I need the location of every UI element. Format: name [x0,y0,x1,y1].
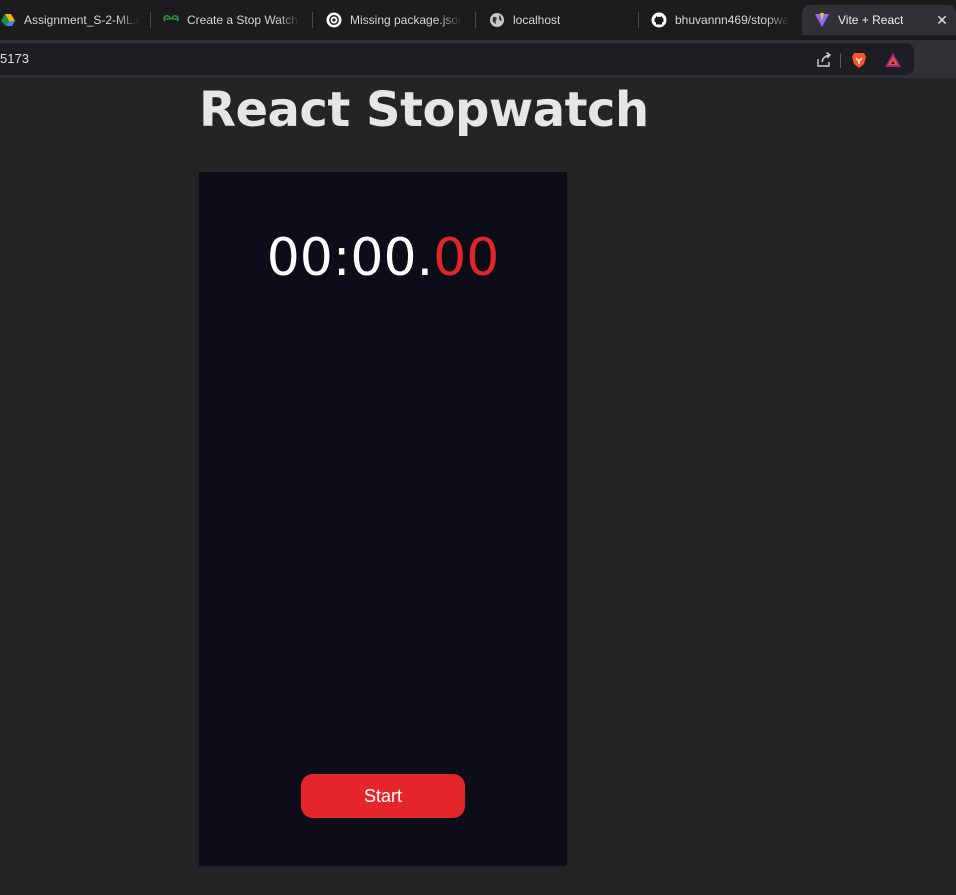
tab-github[interactable]: bhuvannn469/stopwa [651,5,791,35]
tab-divider [638,12,639,28]
tab-chatgpt[interactable]: Missing package.json [326,5,462,35]
brave-shields-icon[interactable] [850,51,868,69]
browser-tab-strip: Assignment_S-2-ML.c Create a Stop Watch … [0,0,956,40]
globe-icon [489,12,505,28]
share-icon[interactable] [815,51,833,69]
address-bar[interactable]: 5173 [0,43,914,75]
tab-label: bhuvannn469/stopwa [675,13,790,27]
time-centiseconds: 00 [433,228,500,288]
vite-icon [814,12,830,28]
close-tab-icon[interactable]: ✕ [934,12,950,28]
start-button[interactable]: Start [301,774,465,818]
tab-label: Vite + React [838,13,904,27]
tab-divider [475,12,476,28]
geeksforgeeks-icon [163,12,179,28]
github-icon [651,12,667,28]
brave-rewards-icon[interactable] [884,51,902,69]
toolbar-divider [840,53,841,68]
url-text: 5173 [0,51,29,66]
tab-localhost[interactable]: localhost [489,5,629,35]
time-display: 00:00.00 [199,232,567,284]
browser-toolbar: 5173 [0,40,956,78]
page-title: React Stopwatch [199,82,649,138]
tab-geeksforgeeks[interactable]: Create a Stop Watch u [163,5,300,35]
tab-label: Assignment_S-2-ML.c [24,13,140,27]
chatgpt-icon [326,12,342,28]
tab-vite-react[interactable]: Vite + React ✕ [802,5,956,35]
tab-label: Missing package.json [350,13,462,27]
tab-label: localhost [513,13,561,27]
google-drive-icon [0,12,16,28]
tab-divider [150,12,151,28]
time-minutes-seconds: 00:00. [266,228,434,288]
tab-divider [312,12,313,28]
tab-assignment[interactable]: Assignment_S-2-ML.c [0,5,140,35]
tab-label: Create a Stop Watch u [187,13,300,27]
